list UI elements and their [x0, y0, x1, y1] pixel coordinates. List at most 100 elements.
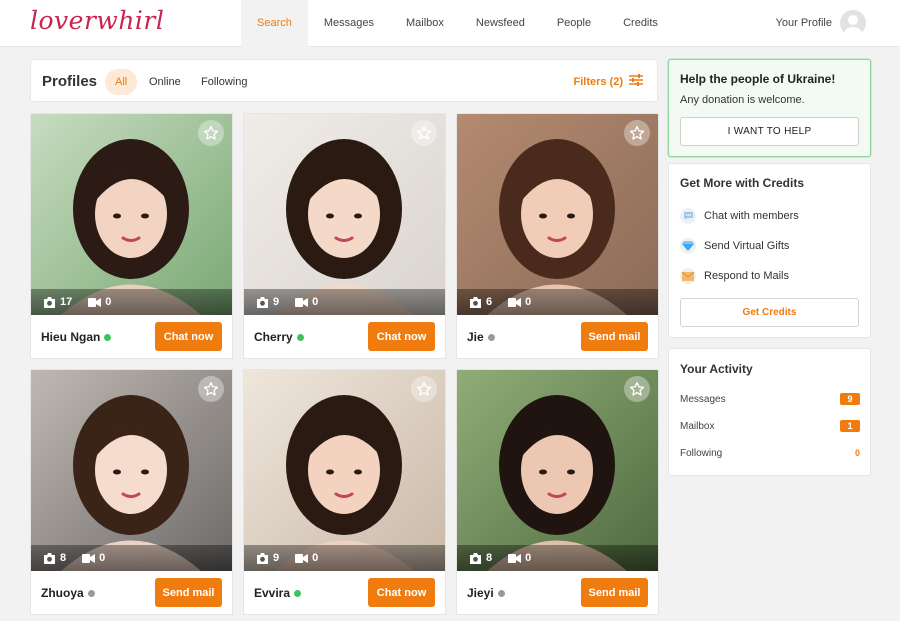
get-credits-button[interactable]: Get Credits: [680, 298, 859, 327]
profile-name-wrap[interactable]: Evvira: [254, 586, 302, 600]
filters-label: Filters (2): [573, 75, 623, 88]
send-mail-button[interactable]: Send mail: [581, 578, 648, 607]
profile-card[interactable]: 17 0 Hieu Ngan Chat now: [30, 113, 233, 359]
ukraine-donation-panel: Help the people of Ukraine! Any donation…: [668, 59, 871, 157]
site-logo[interactable]: loverwhirl: [30, 6, 164, 35]
credit-item-mails: Respond to Mails: [680, 268, 789, 284]
profile-photo[interactable]: 17 0: [31, 114, 232, 315]
video-count: 0: [88, 296, 111, 308]
profile-card[interactable]: 9 0 Cherry Chat now: [243, 113, 446, 359]
profile-name: Jie: [467, 330, 484, 344]
activity-label: Following: [680, 448, 723, 459]
profile-name-wrap[interactable]: Jie: [467, 330, 495, 344]
card-footer: Zhuoya Send mail: [31, 571, 232, 614]
video-count-value: 0: [312, 296, 319, 308]
profile-card[interactable]: 9 0 Evvira Chat now: [243, 369, 446, 615]
nav-credits[interactable]: Credits: [607, 0, 674, 47]
profile-photo[interactable]: 90: [244, 370, 445, 571]
card-footer: Jieyi Send mail: [457, 571, 658, 614]
filters-button[interactable]: Filters (2): [573, 74, 643, 89]
video-count: 0: [508, 296, 531, 308]
profile-name-wrap[interactable]: Zhuoya: [41, 586, 95, 600]
video-count: 0: [508, 552, 531, 564]
camera-icon: [256, 296, 269, 308]
online-status-dot: [104, 333, 112, 341]
profile-name-wrap[interactable]: Jieyi: [467, 586, 505, 600]
favorite-star-icon[interactable]: [624, 376, 650, 402]
video-count-value: 0: [525, 552, 532, 564]
profile-name-wrap[interactable]: Hieu Ngan: [41, 330, 112, 344]
activity-row-mailbox[interactable]: Mailbox 1: [680, 420, 860, 432]
activity-row-messages[interactable]: Messages 9: [680, 393, 860, 405]
credit-item-label: Send Virtual Gifts: [704, 240, 790, 252]
your-profile-link[interactable]: Your Profile: [776, 10, 866, 36]
card-footer: Hieu Ngan Chat now: [31, 315, 232, 358]
nav-newsfeed[interactable]: Newsfeed: [460, 0, 541, 47]
activity-panel: Your Activity Messages 9 Mailbox 1 Follo…: [668, 348, 871, 476]
media-stats: 90: [244, 289, 445, 315]
profile-photo[interactable]: 60: [457, 114, 658, 315]
favorite-star-icon[interactable]: [411, 120, 437, 146]
profile-photo[interactable]: 80: [31, 370, 232, 571]
favorite-star-icon[interactable]: [198, 376, 224, 402]
video-camera-icon: [88, 297, 102, 307]
camera-icon: [469, 552, 482, 564]
tab-all[interactable]: All: [105, 69, 138, 95]
camera-icon: [43, 552, 56, 564]
help-button[interactable]: I WANT TO HELP: [680, 117, 859, 146]
chat-now-button[interactable]: Chat now: [155, 322, 222, 351]
camera-icon: [256, 552, 269, 564]
chat-now-button[interactable]: Chat now: [368, 578, 435, 607]
send-mail-button[interactable]: Send mail: [155, 578, 222, 607]
photo-count: 8: [43, 552, 66, 564]
chat-now-button[interactable]: Chat now: [368, 322, 435, 351]
video-count-value: 0: [525, 296, 532, 308]
video-count: 0: [295, 296, 318, 308]
tab-online[interactable]: Online: [139, 69, 191, 95]
video-count-value: 0: [105, 296, 112, 308]
profile-photo[interactable]: 90: [244, 114, 445, 315]
activity-row-following[interactable]: Following 0: [680, 448, 860, 459]
ukraine-title: Help the people of Ukraine!: [680, 72, 836, 86]
nav-search[interactable]: Search: [241, 0, 308, 47]
photo-count: 17: [43, 296, 72, 308]
video-count-value: 0: [312, 552, 319, 564]
nav-mailbox[interactable]: Mailbox: [390, 0, 460, 47]
tab-following[interactable]: Following: [191, 69, 257, 95]
camera-icon: [469, 296, 482, 308]
media-stats: 80: [31, 545, 232, 571]
video-count-value: 0: [99, 552, 106, 564]
credits-title: Get More with Credits: [680, 176, 805, 190]
photo-count-value: 8: [486, 552, 493, 564]
favorite-star-icon[interactable]: [198, 120, 224, 146]
offline-status-dot: [487, 333, 495, 341]
photo-count: 9: [256, 296, 279, 308]
video-camera-icon: [295, 297, 309, 307]
nav-messages[interactable]: Messages: [308, 0, 390, 47]
profile-card[interactable]: 8 0 Zhuoya Send mail: [30, 369, 233, 615]
profile-name: Hieu Ngan: [41, 330, 101, 344]
top-header: loverwhirl Search Messages Mailbox Newsf…: [0, 0, 900, 47]
send-mail-button[interactable]: Send mail: [581, 322, 648, 351]
main-nav: Search Messages Mailbox Newsfeed People …: [241, 0, 674, 47]
media-stats: 60: [457, 289, 658, 315]
profile-name-wrap[interactable]: Cherry: [254, 330, 304, 344]
nav-people[interactable]: People: [541, 0, 607, 47]
profile-name: Jieyi: [467, 586, 494, 600]
photo-count-value: 9: [273, 552, 280, 564]
online-status-dot: [296, 333, 304, 341]
chat-icon: [680, 208, 696, 224]
video-camera-icon: [508, 553, 522, 563]
your-profile-label: Your Profile: [775, 17, 832, 29]
activity-title: Your Activity: [680, 362, 753, 376]
online-status-dot: [294, 589, 302, 597]
profile-photo[interactable]: 80: [457, 370, 658, 571]
profile-card[interactable]: 6 0 Jie Send mail: [456, 113, 659, 359]
favorite-star-icon[interactable]: [411, 376, 437, 402]
favorite-star-icon[interactable]: [624, 120, 650, 146]
offline-status-dot: [87, 589, 95, 597]
avatar[interactable]: [840, 10, 866, 36]
profile-card[interactable]: 8 0 Jieyi Send mail: [456, 369, 659, 615]
credit-item-label: Respond to Mails: [704, 270, 789, 282]
video-camera-icon: [508, 297, 522, 307]
